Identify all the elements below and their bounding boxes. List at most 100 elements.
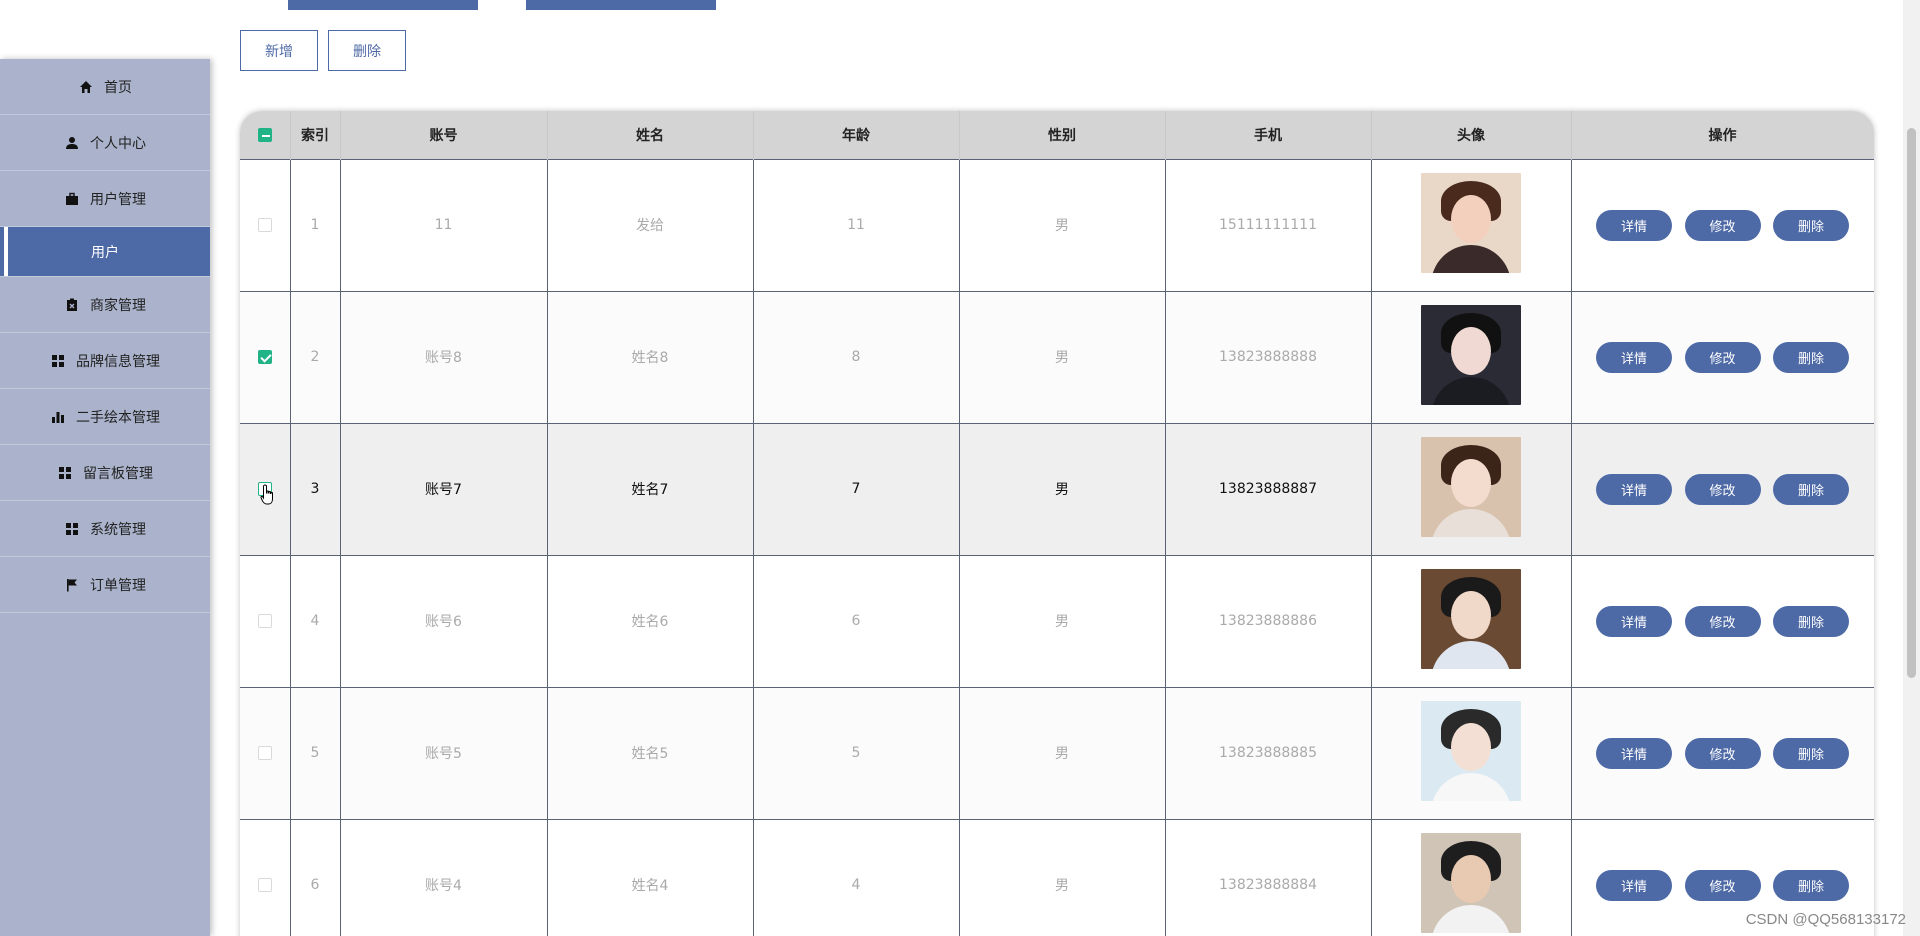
cell-age: 8	[753, 290, 960, 423]
grid-icon	[64, 521, 80, 537]
delete-button[interactable]: 删除	[1772, 473, 1849, 505]
batch-delete-button[interactable]: 删除	[328, 30, 406, 71]
avatar	[1421, 701, 1521, 801]
detail-button[interactable]: 详情	[1596, 209, 1673, 241]
edit-button[interactable]: 修改	[1684, 209, 1761, 241]
table-row[interactable]: 3 账号7 姓名7 7 男 13823888887 详情 修改 删除	[240, 422, 1874, 555]
cell-account: 账号6	[340, 554, 548, 687]
row-checkbox[interactable]	[257, 614, 272, 628]
edit-button[interactable]: 修改	[1684, 341, 1761, 373]
sidebar-item-users[interactable]: 用户	[0, 227, 210, 277]
sidebar-item-label: 系统管理	[90, 521, 146, 538]
watermark: CSDN @QQ568133172	[1745, 911, 1906, 928]
cell-phone: 13823888884	[1165, 818, 1372, 936]
sidebar-item-label: 用户	[91, 244, 119, 261]
flag-icon	[64, 577, 80, 593]
sidebar-item-label: 品牌信息管理	[76, 353, 160, 370]
select-all-cell[interactable]	[240, 111, 291, 159]
column-header-index: 索引	[290, 111, 341, 159]
cell-age: 7	[753, 422, 960, 555]
sidebar: 首页 个人中心 用户管理 用户 商家管理 品牌信息管理 二手绘本管理 留言板管理…	[0, 59, 210, 936]
clipboard-icon	[64, 297, 80, 313]
scrollbar-thumb[interactable]	[1907, 128, 1916, 678]
edit-button[interactable]: 修改	[1684, 869, 1761, 901]
detail-button[interactable]: 详情	[1596, 473, 1673, 505]
column-header-account: 账号	[340, 111, 548, 159]
briefcase-icon	[64, 191, 80, 207]
delete-button[interactable]: 删除	[1772, 209, 1849, 241]
row-checkbox[interactable]	[257, 878, 272, 893]
sidebar-item-system-management[interactable]: 系统管理	[0, 501, 210, 557]
user-table: 索引 账号 姓名 年龄 性别 手机 头像 操作 1 11 发给 11 男 151…	[240, 111, 1874, 936]
grid-icon	[57, 465, 73, 481]
cell-gender: 男	[959, 818, 1166, 936]
cell-name: 发给	[547, 158, 754, 291]
table-row[interactable]: 4 账号6 姓名6 6 男 13823888886 详情 修改 删除	[240, 554, 1874, 687]
table-row[interactable]: 2 账号8 姓名8 8 男 13823888888 详情 修改 删除	[240, 290, 1874, 423]
hand-cursor-icon	[260, 484, 276, 506]
cell-account: 11	[340, 158, 548, 291]
sidebar-item-label: 商家管理	[90, 297, 146, 314]
row-checkbox[interactable]	[257, 746, 272, 760]
sidebar-item-label: 订单管理	[90, 577, 146, 594]
column-header-name: 姓名	[547, 111, 754, 159]
table-row[interactable]: 6 账号4 姓名4 4 男 13823888884 详情 修改 删除	[240, 818, 1874, 936]
column-header-avatar: 头像	[1371, 111, 1572, 159]
app-root: 新增 删除 首页 个人中心 用户管理 用户 商家管理 品牌信息管理 二手绘本管理…	[0, 0, 1920, 936]
search-button-stub[interactable]	[288, 0, 478, 10]
avatar	[1421, 833, 1521, 934]
cell-gender: 男	[959, 686, 1166, 819]
column-header-phone: 手机	[1165, 111, 1372, 159]
row-checkbox[interactable]	[257, 218, 272, 232]
delete-button[interactable]: 删除	[1772, 341, 1849, 373]
detail-button[interactable]: 详情	[1596, 341, 1673, 373]
cell-gender: 男	[959, 422, 1166, 555]
detail-button[interactable]: 详情	[1596, 869, 1673, 901]
cell-name: 姓名7	[547, 422, 754, 555]
delete-button[interactable]: 删除	[1772, 869, 1849, 901]
cell-account: 账号4	[340, 818, 548, 936]
cell-account: 账号8	[340, 290, 548, 423]
sidebar-item-message-board[interactable]: 留言板管理	[0, 445, 210, 501]
sidebar-item-label: 用户管理	[90, 191, 146, 208]
edit-button[interactable]: 修改	[1684, 473, 1761, 505]
cell-age: 5	[753, 686, 960, 819]
cell-name: 姓名4	[547, 818, 754, 936]
table-row[interactable]: 5 账号5 姓名5 5 男 13823888885 详情 修改 删除	[240, 686, 1874, 819]
select-all-checkbox[interactable]	[257, 127, 272, 142]
avatar	[1421, 173, 1521, 273]
detail-button[interactable]: 详情	[1596, 737, 1673, 769]
cell-name: 姓名8	[547, 290, 754, 423]
cell-phone: 13823888886	[1165, 554, 1372, 687]
edit-button[interactable]: 修改	[1684, 737, 1761, 769]
add-button[interactable]: 新增	[240, 30, 318, 71]
cell-name: 姓名5	[547, 686, 754, 819]
delete-button[interactable]: 删除	[1772, 737, 1849, 769]
sidebar-item-merchant-management[interactable]: 商家管理	[0, 277, 210, 333]
sidebar-item-order-management[interactable]: 订单管理	[0, 557, 210, 613]
sidebar-item-user-management[interactable]: 用户管理	[0, 171, 210, 227]
cell-account: 账号7	[340, 422, 548, 555]
home-icon	[78, 79, 94, 95]
sidebar-item-brand-management[interactable]: 品牌信息管理	[0, 333, 210, 389]
cell-phone: 13823888885	[1165, 686, 1372, 819]
cell-phone: 15111111111	[1165, 158, 1372, 291]
page-scrollbar[interactable]	[1903, 0, 1920, 936]
sidebar-item-home[interactable]: 首页	[0, 59, 210, 115]
cell-index: 1	[290, 158, 341, 291]
cell-index: 2	[290, 290, 341, 423]
sidebar-item-profile[interactable]: 个人中心	[0, 115, 210, 171]
sidebar-item-label: 留言板管理	[83, 465, 153, 482]
edit-button[interactable]: 修改	[1684, 605, 1761, 637]
table-header-row: 索引 账号 姓名 年龄 性别 手机 头像 操作	[240, 111, 1874, 159]
table-row[interactable]: 1 11 发给 11 男 15111111111 详情 修改 删除	[240, 158, 1874, 291]
cell-gender: 男	[959, 158, 1166, 291]
detail-button[interactable]: 详情	[1596, 605, 1673, 637]
row-checkbox[interactable]	[257, 350, 272, 364]
reset-button-stub[interactable]	[526, 0, 716, 10]
delete-button[interactable]: 删除	[1772, 605, 1849, 637]
sidebar-item-picturebook-management[interactable]: 二手绘本管理	[0, 389, 210, 445]
cell-index: 4	[290, 554, 341, 687]
cell-gender: 男	[959, 554, 1166, 687]
cell-account: 账号5	[340, 686, 548, 819]
